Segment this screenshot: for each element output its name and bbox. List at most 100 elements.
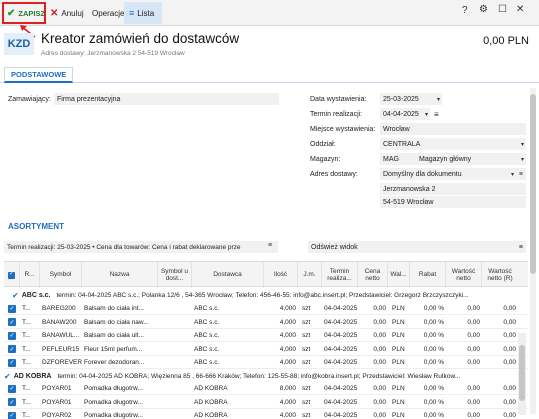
- cell-symbol: POYAR01: [42, 398, 72, 406]
- warehouse-select[interactable]: MAG Magazyn główny ▾: [380, 153, 526, 165]
- checkbox-checked-icon: ✓: [8, 384, 16, 393]
- cell-r: T...: [22, 359, 31, 366]
- term-info-bar[interactable]: Termin realizacji: 25-03-2025 • Cena dla…: [4, 241, 278, 253]
- cell-qty: 4,000: [279, 398, 296, 406]
- cell-qty: 4,000: [279, 305, 296, 312]
- column-header[interactable]: Cena netto: [358, 262, 388, 288]
- select-all-checkbox[interactable]: ✓: [4, 262, 20, 288]
- row-checkbox[interactable]: ✓: [8, 316, 20, 329]
- orderer-label: Zamawiający:: [8, 96, 51, 103]
- menu-icon[interactable]: ≡: [519, 171, 523, 178]
- delivery-date-field[interactable]: 04-04-2025 ▾: [380, 108, 430, 120]
- column-header[interactable]: Wartość netto (R): [482, 262, 518, 288]
- cell-term: 04-04-2025: [324, 398, 358, 406]
- branch-select[interactable]: CENTRALA ▾: [380, 138, 526, 150]
- table-row[interactable]: ✓ T... PEFLEUR15 Fleur 15ml perfum... ABC s.…: [4, 343, 528, 356]
- cell-supplier-symbol: [160, 343, 192, 356]
- row-checkbox[interactable]: ✓: [8, 329, 20, 342]
- cell-net: 0,00: [467, 398, 480, 406]
- delivery-address-select[interactable]: Domyślny dla dokumentu ▾ ≡: [380, 168, 526, 180]
- table-row[interactable]: ✓ T... BANAW200 Balsam do ciała naw... ABC s…: [4, 316, 528, 329]
- menu-icon[interactable]: ≡: [434, 110, 439, 119]
- column-header[interactable]: Rabat: [410, 262, 446, 288]
- cell-r: T...: [22, 412, 31, 419]
- cell-supplier: AD KOBRA: [194, 412, 228, 419]
- refresh-view-button[interactable]: Odśwież widok ≡: [308, 241, 526, 253]
- cell-net: 0,00: [467, 412, 480, 419]
- document-type-badge: KZD: [4, 33, 34, 55]
- cell-name: Fleur 15ml perfum...: [84, 345, 143, 353]
- issue-date-field[interactable]: 25-03-2025 ▾: [380, 93, 442, 105]
- table-row[interactable]: ✓ T... POYAR02 Pomadka długotrw... AD KOBRA 4…: [4, 409, 528, 419]
- scrollbar-thumb[interactable]: [530, 94, 536, 274]
- cell-net: 0,00: [467, 345, 480, 353]
- column-header[interactable]: Symbol: [40, 262, 82, 288]
- vertical-scrollbar[interactable]: [530, 88, 536, 414]
- column-header[interactable]: R...: [20, 262, 40, 288]
- table-scrollbar[interactable]: [518, 333, 526, 415]
- cell-r: T...: [22, 305, 31, 312]
- supplier-group-row[interactable]: ✔ AD KOBRA termin: 04-04-2025 AD KOBRA; …: [4, 370, 528, 382]
- cell-r: T...: [22, 332, 31, 339]
- cell-unit: szt: [302, 345, 311, 353]
- toolbar: ✔ ZAPISZ ✕ Anuluj Operacje ≡ Lista ? ⚙ ☐…: [0, 0, 539, 26]
- warehouse-code: MAG: [383, 155, 399, 163]
- cell-supplier-symbol: [160, 316, 192, 329]
- cell-supplier: AD KOBRA: [194, 385, 228, 392]
- cell-unit: szt: [302, 412, 311, 419]
- maximize-icon[interactable]: ☐: [498, 4, 507, 15]
- row-checkbox[interactable]: ✓: [8, 396, 20, 409]
- table-row[interactable]: ✓ T... POYAR01 Pomadka długotrw... AD KOBRA 4…: [4, 396, 528, 409]
- cell-price: 0,00: [373, 305, 386, 312]
- row-checkbox[interactable]: ✓: [8, 409, 20, 419]
- column-header[interactable]: Wartość netto: [446, 262, 482, 288]
- cell-currency: PLN: [392, 385, 405, 392]
- scrollbar-thumb[interactable]: [519, 345, 525, 401]
- cell-currency: PLN: [392, 305, 405, 312]
- column-header[interactable]: Wal...: [388, 262, 410, 288]
- address-line2: 54-519 Wrocław: [380, 196, 526, 208]
- column-header[interactable]: J.m.: [298, 262, 322, 288]
- column-header[interactable]: Ilość: [264, 262, 298, 288]
- row-checkbox[interactable]: ✓: [8, 302, 20, 315]
- gear-icon[interactable]: ⚙: [479, 4, 488, 15]
- table-row[interactable]: ✓ T... DZFOREVER Forever dezodoran... ABC s.…: [4, 356, 528, 369]
- column-header[interactable]: Termin realiza...: [322, 262, 358, 288]
- row-checkbox[interactable]: ✓: [8, 382, 20, 395]
- row-checkbox[interactable]: ✓: [8, 356, 20, 369]
- cell-unit: szt: [302, 398, 311, 406]
- cell-term: 04-04-2025: [324, 359, 358, 366]
- cell-symbol: PEFLEUR15: [42, 345, 80, 353]
- save-button[interactable]: ✔ ZAPISZ: [2, 2, 46, 24]
- cell-net: 0,00: [467, 385, 480, 392]
- checkbox-checked-icon[interactable]: ✔: [12, 291, 19, 300]
- cell-name: Pomadka długotrw...: [84, 385, 143, 392]
- menu-icon[interactable]: ≡: [519, 244, 523, 251]
- cell-r: T...: [22, 385, 31, 392]
- menu-icon[interactable]: ≡: [268, 242, 272, 249]
- operations-button[interactable]: Operacje: [92, 4, 124, 22]
- help-button[interactable]: ?: [462, 5, 468, 16]
- page-subtitle: Adres dostawy: Jerzmanowska 2 54-519 Wro…: [41, 50, 185, 57]
- table-row[interactable]: ✓ T... BAREG200 Balsam do ciała int... ABC s…: [4, 302, 528, 315]
- close-window-icon[interactable]: ✕: [516, 4, 524, 15]
- orderer-field[interactable]: Firma prezentacyjna: [54, 93, 279, 105]
- place-field[interactable]: Wrocław: [380, 123, 526, 135]
- list-button[interactable]: ≡ Lista: [124, 2, 162, 24]
- checkbox-checked-icon[interactable]: ✔: [4, 372, 11, 381]
- table-row[interactable]: ✓ T... BANAWUL... Balsam do ciała ult... ABC…: [4, 329, 528, 342]
- column-header[interactable]: Symbol u dost...: [158, 262, 192, 288]
- row-checkbox[interactable]: ✓: [8, 343, 20, 356]
- cancel-button[interactable]: ✕ Anuluj: [50, 4, 84, 22]
- cell-price: 0,00: [373, 385, 386, 392]
- cell-currency: PLN: [392, 332, 405, 339]
- tab-basic[interactable]: PODSTAWOWE: [4, 67, 74, 83]
- cell-qty: 8,000: [279, 385, 296, 392]
- supplier-group-row[interactable]: ✔ ABC s.c. termin: 04-04-2025 ABC s.c.; …: [4, 289, 528, 301]
- column-header[interactable]: Nazwa: [82, 262, 158, 288]
- cell-currency: PLN: [392, 412, 405, 419]
- delivery-address-label: Adres dostawy:: [310, 171, 358, 178]
- table-row[interactable]: ✓ T... POYAR01 Pomadka długotrw... AD KOBRA 8…: [4, 382, 528, 395]
- column-header[interactable]: Dostawca: [192, 262, 264, 288]
- cell-unit: szt: [302, 332, 311, 339]
